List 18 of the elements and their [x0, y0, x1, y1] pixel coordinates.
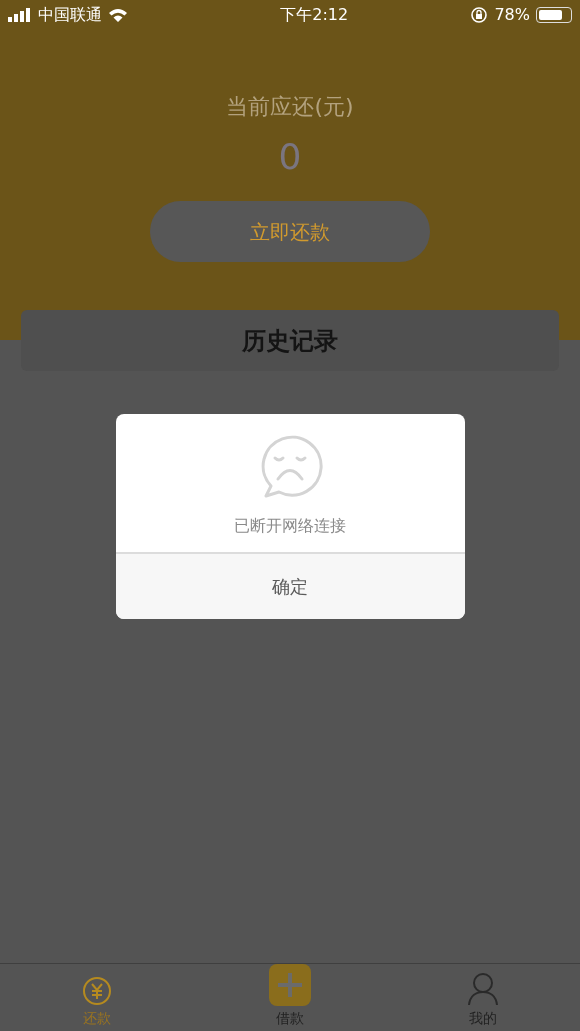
plus-icon [269, 964, 311, 1006]
history-title: 历史记录 [242, 325, 338, 357]
battery-percent: 78% [494, 4, 530, 26]
amount-label: 当前应还(元) [226, 93, 354, 121]
repay-now-button[interactable]: 立即还款 [150, 201, 430, 262]
person-icon [467, 972, 500, 1006]
signal-icon [8, 8, 32, 22]
amount-value: 0 [278, 135, 302, 179]
confirm-button[interactable]: 确定 [115, 552, 465, 619]
status-time: 下午2:12 [280, 4, 349, 26]
battery-icon [536, 7, 572, 23]
wifi-icon [108, 8, 128, 22]
carrier-name: 中国联通 [38, 4, 102, 26]
rotation-lock-icon [470, 6, 489, 24]
tab-item[interactable]: 还款 [0, 964, 194, 1031]
history-card[interactable]: 历史记录 [21, 310, 559, 371]
dialog-message: 已断开网络连接 [234, 515, 346, 537]
yuan-coin-icon [81, 976, 112, 1006]
